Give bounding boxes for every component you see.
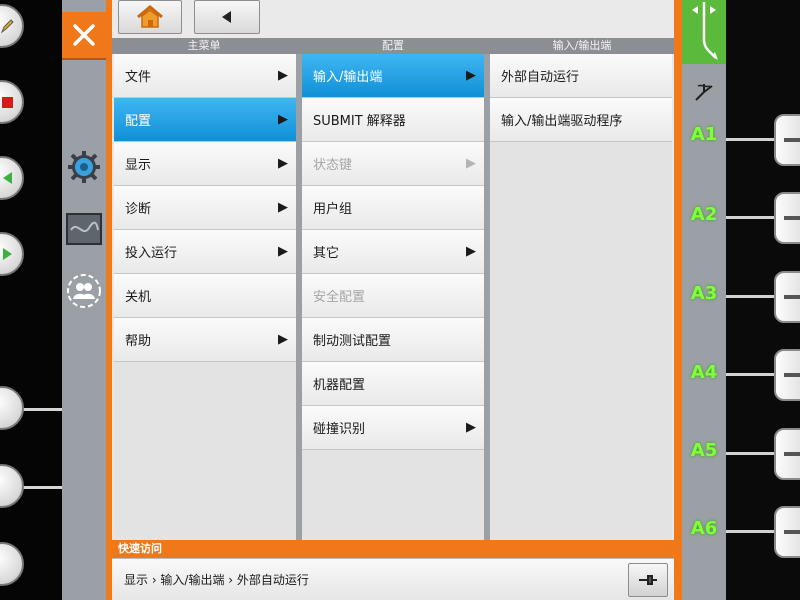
chevron-right-icon: ▶ <box>466 420 476 435</box>
left-hardware-strip <box>0 0 64 600</box>
quick-access-bar: 显示 › 输入/输出端 › 外部自动运行 <box>112 558 674 600</box>
minus-icon <box>784 138 800 142</box>
gear-icon[interactable] <box>65 148 103 186</box>
axis-label-a2: A2 <box>690 204 718 225</box>
minus-icon <box>784 373 800 377</box>
minus-icon <box>784 452 800 456</box>
io-submenu-list: 外部自动运行 输入/输出端驱动程序 <box>490 54 672 540</box>
submenu-item-user-group[interactable]: 用户组 <box>302 186 484 230</box>
minus-icon <box>784 295 800 299</box>
jog-arrows-icon <box>692 2 718 60</box>
submenu-item-status-keys: 状态键 ▶ <box>302 142 484 186</box>
axis-label-a1: A1 <box>690 124 718 145</box>
start-key[interactable] <box>0 232 24 276</box>
play-backward-icon <box>3 172 12 184</box>
chevron-right-icon: ▶ <box>278 156 288 171</box>
tool-coordinate-icon[interactable] <box>692 80 716 104</box>
start-backward-key[interactable] <box>0 156 24 200</box>
close-button[interactable] <box>62 12 106 60</box>
minus-icon <box>784 216 800 220</box>
side-toolbar <box>62 0 106 600</box>
chevron-right-icon: ▶ <box>278 200 288 215</box>
jog-minus-key-a3[interactable] <box>774 271 800 323</box>
io-item-external-auto[interactable]: 外部自动运行 <box>490 54 672 98</box>
jog-minus-key-a6[interactable] <box>774 506 800 558</box>
submenu-item-other[interactable]: 其它 ▶ <box>302 230 484 274</box>
io-header: 输入/输出端 <box>552 39 612 52</box>
main-menu-list: 文件 ▶ 配置 ▶ 显示 ▶ 诊断 ▶ 投入运行 ▶ 关机 帮助 ▶ <box>114 54 296 540</box>
jog-minus-key-a5[interactable] <box>774 428 800 480</box>
jog-mode-indicator[interactable] <box>682 0 726 64</box>
submenu-item-io[interactable]: 输入/输出端 ▶ <box>302 54 484 98</box>
stop-icon <box>2 97 13 108</box>
main-menu-header: 主菜单 <box>187 39 221 52</box>
jog-keys-strip <box>726 0 800 600</box>
edit-key[interactable] <box>0 4 24 48</box>
main-menu-panel: 主菜单 配置 输入/输出端 文件 ▶ 配置 ▶ 显示 ▶ 诊断 ▶ 投入运行 ▶ 关机 帮… <box>112 0 674 540</box>
axis-column: A1 A2 A3 A4 A5 A6 <box>682 0 726 600</box>
hardware-key-3[interactable] <box>0 542 24 586</box>
hardware-key-1[interactable] <box>0 386 24 430</box>
chevron-right-icon: ▶ <box>278 244 288 259</box>
chevron-right-icon: ▶ <box>278 112 288 127</box>
back-arrow-icon <box>222 11 231 23</box>
pin-button[interactable] <box>628 563 668 597</box>
display-panel-icon[interactable] <box>65 210 103 248</box>
io-item-driver[interactable]: 输入/输出端驱动程序 <box>490 98 672 142</box>
chevron-right-icon: ▶ <box>278 332 288 347</box>
quick-access-path[interactable]: 显示 › 输入/输出端 › 外部自动运行 <box>124 571 309 588</box>
axis-label-a6: A6 <box>690 518 718 539</box>
menu-toolbar <box>112 0 674 38</box>
quick-access-title: 快速访问 <box>118 542 162 555</box>
home-icon <box>137 5 163 28</box>
pin-icon <box>639 575 657 585</box>
axis-label-a3: A3 <box>690 283 718 304</box>
chevron-right-icon: ▶ <box>278 68 288 83</box>
column-headers: 主菜单 配置 输入/输出端 <box>112 38 674 54</box>
chevron-right-icon: ▶ <box>466 156 476 171</box>
back-button[interactable] <box>194 0 260 34</box>
jog-minus-key-a4[interactable] <box>774 349 800 401</box>
config-submenu-list: 输入/输出端 ▶ SUBMIT 解释器 状态键 ▶ 用户组 其它 ▶ 安全配置 制动测… <box>302 54 484 540</box>
chevron-right-icon: ▶ <box>466 244 476 259</box>
menu-item-file[interactable]: 文件 ▶ <box>114 54 296 98</box>
close-icon <box>73 24 95 46</box>
config-header: 配置 <box>382 39 404 52</box>
jog-minus-key-a2[interactable] <box>774 192 800 244</box>
pencil-icon <box>0 19 14 34</box>
play-icon <box>3 248 12 260</box>
right-orange-rail <box>674 0 682 600</box>
menu-item-display[interactable]: 显示 ▶ <box>114 142 296 186</box>
menu-item-startup[interactable]: 投入运行 ▶ <box>114 230 296 274</box>
submenu-item-submit-interpreter[interactable]: SUBMIT 解释器 <box>302 98 484 142</box>
chevron-right-icon: ▶ <box>466 68 476 83</box>
submenu-item-machine-config[interactable]: 机器配置 <box>302 362 484 406</box>
jog-minus-key-a1[interactable] <box>774 114 800 166</box>
user-group-icon[interactable] <box>65 272 103 310</box>
home-button[interactable] <box>118 0 182 34</box>
menu-item-shutdown[interactable]: 关机 <box>114 274 296 318</box>
submenu-item-safety-config: 安全配置 <box>302 274 484 318</box>
menu-item-diagnosis[interactable]: 诊断 ▶ <box>114 186 296 230</box>
stop-key[interactable] <box>0 80 24 124</box>
axis-label-a4: A4 <box>690 362 718 383</box>
axis-label-a5: A5 <box>690 440 718 461</box>
minus-icon <box>784 530 800 534</box>
menu-item-config[interactable]: 配置 ▶ <box>114 98 296 142</box>
submenu-item-brake-test-config[interactable]: 制动测试配置 <box>302 318 484 362</box>
menu-item-help[interactable]: 帮助 ▶ <box>114 318 296 362</box>
submenu-item-collision-detection[interactable]: 碰撞识别 ▶ <box>302 406 484 450</box>
hardware-key-2[interactable] <box>0 464 24 508</box>
